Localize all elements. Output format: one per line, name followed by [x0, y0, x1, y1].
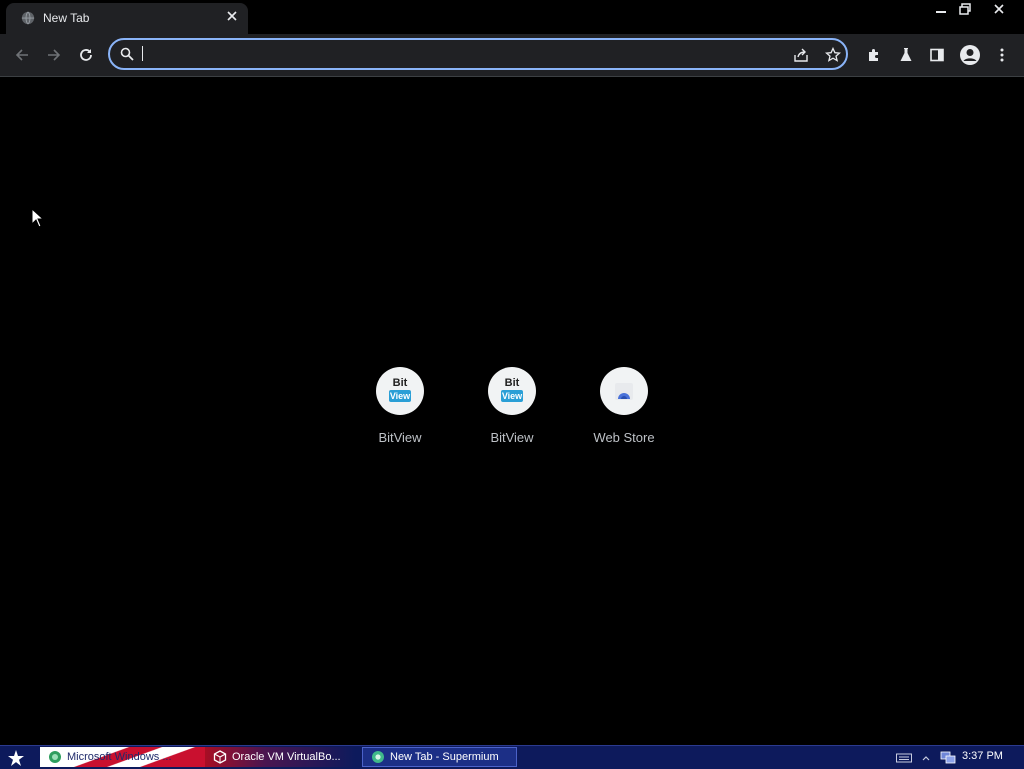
- globe-icon: [21, 11, 35, 25]
- tab-title: New Tab: [43, 11, 90, 25]
- logo-text-top: Bit: [392, 377, 408, 389]
- supermium-icon: [372, 751, 384, 763]
- new-tab-page: Bit View BitView Bit View BitView Web St…: [0, 77, 1024, 745]
- shortcut-label: Web Store: [593, 430, 655, 445]
- taskbar-item-supermium[interactable]: New Tab - Supermium: [362, 747, 517, 767]
- avatar-icon[interactable]: [957, 42, 983, 68]
- logo-text-bottom: View: [501, 390, 523, 402]
- mouse-cursor-icon: [31, 208, 45, 228]
- taskbar-item-label: Microsoft Windows ...: [67, 751, 172, 763]
- side-panel-icon[interactable]: [924, 42, 950, 68]
- forward-arrow-icon[interactable]: [41, 42, 67, 68]
- text-caret: [142, 46, 143, 61]
- network-icon[interactable]: [938, 748, 958, 767]
- web-store-icon: [600, 367, 648, 415]
- tab-strip: New Tab: [0, 0, 1024, 34]
- clock: 3:37 PM: [962, 750, 1003, 762]
- virtualbox-icon: [213, 750, 227, 764]
- start-button[interactable]: [6, 748, 26, 767]
- window-close-icon[interactable]: [986, 0, 1012, 18]
- logo-text-top: Bit: [504, 377, 520, 389]
- kebab-menu-icon[interactable]: [989, 42, 1015, 68]
- tab-new-tab[interactable]: New Tab: [6, 3, 248, 34]
- globe-icon: [49, 751, 61, 763]
- bitview-logo-icon: Bit View: [376, 367, 424, 415]
- star-start-icon: [8, 749, 24, 766]
- shortcut-bitview-2[interactable]: Bit View BitView: [464, 367, 560, 457]
- shortcut-label: BitView: [490, 430, 534, 445]
- search-icon: [120, 47, 134, 61]
- bitview-logo-icon: Bit View: [488, 367, 536, 415]
- taskbar: Microsoft Windows ... Oracle VM VirtualB…: [0, 745, 1024, 769]
- close-icon[interactable]: [224, 8, 240, 24]
- taskbar-item-windows[interactable]: Microsoft Windows ...: [40, 747, 205, 767]
- back-arrow-icon[interactable]: [9, 42, 35, 68]
- shortcut-web-store[interactable]: Web Store: [576, 367, 672, 457]
- toolbar: [0, 34, 1024, 77]
- taskbar-item-label: New Tab - Supermium: [390, 751, 499, 763]
- reload-icon[interactable]: [73, 42, 99, 68]
- taskbar-item-virtualbox[interactable]: Oracle VM VirtualBo...: [205, 747, 355, 767]
- restore-icon[interactable]: [952, 0, 978, 18]
- omnibox[interactable]: [108, 38, 848, 70]
- share-icon[interactable]: [791, 45, 811, 65]
- keyboard-icon[interactable]: [894, 748, 914, 767]
- flask-icon[interactable]: [893, 42, 919, 68]
- logo-text-bottom: View: [389, 390, 411, 402]
- puzzle-icon[interactable]: [861, 42, 887, 68]
- shortcut-bitview-1[interactable]: Bit View BitView: [352, 367, 448, 457]
- shortcut-label: BitView: [378, 430, 422, 445]
- star-icon[interactable]: [823, 45, 843, 65]
- address-input[interactable]: [140, 44, 740, 64]
- minimize-icon[interactable]: [928, 0, 954, 18]
- tray-expand-icon[interactable]: [919, 748, 933, 767]
- taskbar-item-label: Oracle VM VirtualBo...: [232, 751, 341, 763]
